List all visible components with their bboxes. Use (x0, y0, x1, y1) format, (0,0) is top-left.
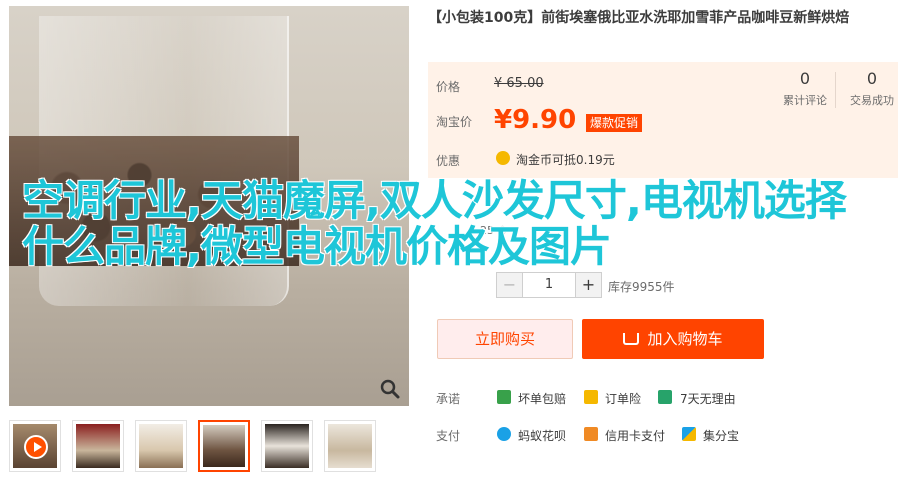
coupon-text: 淘金币可抵0.19元 (516, 153, 615, 167)
buy-now-button[interactable]: 立即购买 (437, 319, 573, 359)
product-title: 【小包装100克】前街埃塞俄比亚水洗耶加雪菲产品咖啡豆新鲜烘焙 (428, 10, 850, 26)
thumbnail-strip (9, 420, 409, 476)
thumbnail-item[interactable] (261, 420, 313, 472)
promo-tag-badge: 爆款促销 (586, 114, 643, 132)
stat-divider (835, 72, 836, 108)
thumbnail-item[interactable] (135, 420, 187, 472)
service-label: 承诺 (436, 392, 461, 406)
magnifier-icon[interactable] (379, 378, 401, 400)
seven-days-icon (658, 390, 672, 404)
promo-price: ¥9.90 (494, 105, 577, 135)
thumbnail-video[interactable] (9, 420, 61, 472)
thumbnail-item-active[interactable] (198, 420, 250, 472)
promo-price-label: 淘宝价 (436, 115, 473, 129)
huabei-icon (497, 427, 511, 441)
service-item[interactable]: 订单险 (605, 390, 641, 407)
quantity-input[interactable]: 1 (523, 273, 575, 297)
overlay-watermark-text: 空调行业,天猫魔屏,双人沙发尺寸,电视机选择什么品牌,微型电视机价格及图片 (22, 176, 847, 271)
shield-icon (497, 390, 511, 404)
thumbnail-item[interactable] (72, 420, 124, 472)
trades-count: 0 (866, 69, 878, 88)
quantity-stepper: − 1 + (496, 272, 602, 298)
reviews-label: 累计评论 (783, 94, 827, 107)
trades-stat[interactable]: 0 交易成功 (842, 70, 902, 108)
thumbnail-item[interactable] (324, 420, 376, 472)
payment-item[interactable]: 集分宝 (703, 427, 739, 444)
insurance-icon (584, 390, 598, 404)
quantity-increase-button[interactable]: + (575, 273, 601, 297)
discount-label: 优惠 (436, 154, 461, 168)
cart-icon (623, 333, 640, 345)
payment-item[interactable]: 蚂蚁花呗 (518, 427, 566, 444)
service-item[interactable]: 坏单包赔 (518, 390, 566, 407)
price-panel: 价格 ¥ 65.00 淘宝价 ¥9.90 爆款促销 优惠 淘金币可抵0.19元 … (428, 62, 898, 178)
coin-icon (496, 151, 510, 165)
jifenbao-icon (682, 427, 696, 441)
reviews-count: 0 (799, 69, 811, 88)
quantity-decrease-button[interactable]: − (497, 273, 523, 297)
trades-label: 交易成功 (850, 94, 894, 107)
price-label: 价格 (436, 80, 461, 94)
original-price: ¥ 65.00 (494, 76, 544, 91)
credit-card-icon (584, 427, 598, 441)
service-item[interactable]: 7天无理由 (680, 390, 736, 407)
stock-count: 库存9955件 (608, 280, 675, 294)
play-icon[interactable] (24, 435, 48, 459)
payment-label: 支付 (436, 429, 461, 443)
reviews-stat[interactable]: 0 累计评论 (775, 70, 835, 108)
payment-item[interactable]: 信用卡支付 (605, 427, 665, 444)
add-to-cart-label: 加入购物车 (647, 330, 723, 348)
add-to-cart-button[interactable]: 加入购物车 (582, 319, 764, 359)
